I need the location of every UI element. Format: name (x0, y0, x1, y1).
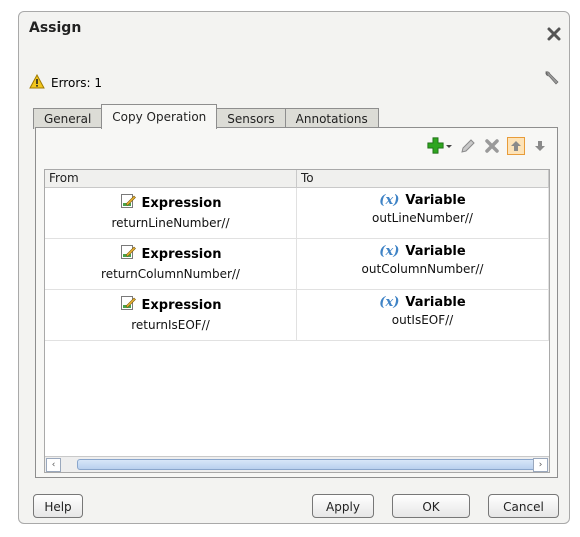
help-button-label: Help (44, 500, 72, 514)
to-cell[interactable]: (x) Variable outColumnNumber// (297, 239, 549, 289)
errors-indicator: Errors: 1 (29, 73, 102, 92)
tab-general[interactable]: General (33, 108, 103, 129)
add-icon[interactable] (427, 137, 453, 155)
expression-icon (120, 244, 136, 264)
tab-annotations[interactable]: Annotations (284, 108, 379, 129)
column-header-from[interactable]: From (45, 170, 297, 187)
scroll-left-icon[interactable]: ‹ (46, 458, 61, 472)
warning-icon (29, 73, 45, 92)
table-row[interactable]: Expression returnLineNumber// (x) Variab… (45, 188, 549, 239)
to-cell[interactable]: (x) Variable outLineNumber// (297, 188, 549, 238)
dialog-title: Assign (29, 20, 82, 36)
copy-operation-panel: From To Expression returnLineNumber// (x… (35, 127, 558, 478)
scroll-right-icon[interactable]: › (533, 458, 548, 472)
cancel-button[interactable]: Cancel (488, 494, 559, 518)
from-value: returnLineNumber// (111, 216, 230, 230)
copy-toolbar (427, 137, 549, 155)
move-down-icon[interactable] (531, 137, 549, 155)
expression-icon (120, 193, 136, 213)
tab-strip: General Copy Operation Sensors Annotatio… (33, 104, 379, 129)
to-value: outColumnNumber// (361, 262, 484, 276)
from-value: returnColumnNumber// (101, 267, 240, 281)
horizontal-scrollbar[interactable]: ‹ › (45, 456, 549, 472)
variable-icon: (x) (379, 193, 400, 208)
from-cell[interactable]: Expression returnColumnNumber// (45, 239, 297, 289)
to-value: outIsEOF// (391, 313, 454, 327)
column-header-to[interactable]: To (297, 170, 549, 187)
copy-rules-table: From To Expression returnLineNumber// (x… (44, 169, 550, 473)
delete-icon[interactable] (483, 137, 501, 155)
ok-button[interactable]: OK (392, 494, 470, 518)
apply-button[interactable]: Apply (312, 494, 374, 518)
move-up-icon[interactable] (507, 137, 525, 155)
variable-icon: (x) (379, 295, 400, 310)
from-value: returnIsEOF// (131, 318, 210, 332)
apply-button-label: Apply (326, 500, 360, 514)
errors-label: Errors: 1 (51, 76, 102, 90)
close-icon[interactable] (546, 26, 562, 42)
from-cell[interactable]: Expression returnLineNumber// (45, 188, 297, 238)
table-row[interactable]: Expression returnIsEOF// (x) Variable ou… (45, 290, 549, 341)
to-kind: Variable (405, 244, 466, 259)
to-cell[interactable]: (x) Variable outIsEOF// (297, 290, 549, 340)
to-kind: Variable (405, 295, 466, 310)
from-cell[interactable]: Expression returnIsEOF// (45, 290, 297, 340)
assign-dialog: Assign Errors: 1 General Copy Operation … (18, 11, 570, 524)
expression-icon (120, 295, 136, 315)
from-kind: Expression (141, 246, 222, 262)
from-kind: Expression (141, 195, 222, 211)
tab-sensors[interactable]: Sensors (216, 108, 286, 129)
variable-icon: (x) (379, 244, 400, 259)
scrollbar-thumb[interactable] (77, 459, 539, 470)
tab-copy-operation[interactable]: Copy Operation (101, 104, 218, 129)
cancel-button-label: Cancel (503, 500, 544, 514)
wrench-icon[interactable] (542, 69, 560, 87)
edit-icon[interactable] (459, 137, 477, 155)
from-kind: Expression (141, 297, 222, 313)
table-header: From To (45, 170, 549, 188)
ok-button-label: OK (422, 500, 440, 514)
help-button[interactable]: Help (33, 494, 83, 518)
to-kind: Variable (405, 193, 466, 208)
to-value: outLineNumber// (372, 211, 473, 225)
table-row[interactable]: Expression returnColumnNumber// (x) Vari… (45, 239, 549, 290)
